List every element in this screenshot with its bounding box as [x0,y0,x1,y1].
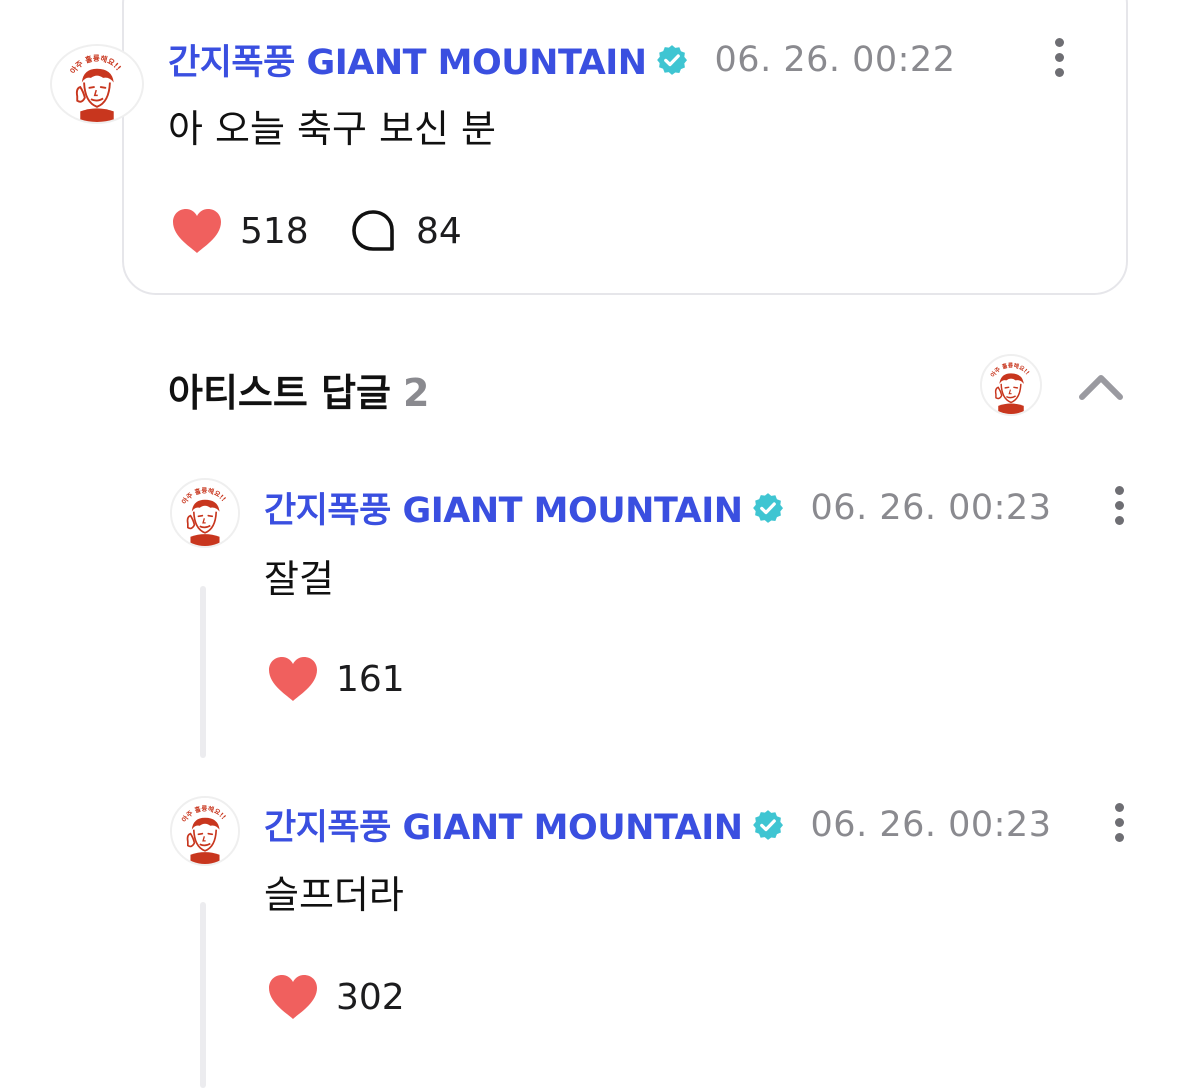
reply-thread-line [200,902,206,1088]
reply-author-name[interactable]: 간지폭풍 GIANT MOUNTAIN [264,482,743,533]
comment-bubble-icon [352,210,394,251]
reply-content: 슬프더라 [264,873,404,917]
post-author-row: 간지폭풍 GIANT MOUNTAIN 06. 26. 00:22 [168,34,955,85]
heart-icon [170,206,224,256]
verified-badge-icon [751,808,785,842]
verified-badge-icon [655,43,689,77]
reply-more-vertical-icon[interactable] [1112,803,1126,843]
reply-like-count: 161 [336,658,405,700]
reply-more-vertical-icon[interactable] [1112,486,1126,526]
post-timestamp: 06. 26. 00:22 [714,39,956,80]
reply-timestamp: 06. 26. 00:23 [810,804,1052,845]
reply-author-row: 간지폭풍 GIANT MOUNTAIN 06. 26. 00:23 [264,799,1051,850]
post-author-name[interactable]: 간지폭풍 GIANT MOUNTAIN [168,34,647,85]
artist-replies-label: 아티스트 답글 [168,371,391,415]
post-content: 아 오늘 축구 보신 분 [168,107,496,151]
heart-icon [266,654,320,704]
reply-like-count: 302 [336,976,405,1018]
artist-replies-avatar [980,354,1042,416]
verified-badge-icon [751,491,785,525]
artist-replies-count: 2 [403,371,430,415]
post-comment-button[interactable]: 84 [350,208,462,254]
reply-like-button[interactable]: 302 [266,972,405,1022]
heart-icon [266,972,320,1022]
post-more-vertical-icon[interactable] [1052,38,1066,78]
reply-author-name[interactable]: 간지폭풍 GIANT MOUNTAIN [264,799,743,850]
post-comment-count: 84 [416,210,462,252]
post-like-count: 518 [240,210,309,252]
post-like-button[interactable]: 518 [170,206,309,256]
chevron-up-icon[interactable] [1077,370,1125,402]
artist-replies-title: 아티스트 답글 2 [168,362,429,417]
reply-timestamp: 06. 26. 00:23 [810,487,1052,528]
reply-author-row: 간지폭풍 GIANT MOUNTAIN 06. 26. 00:23 [264,482,1051,533]
reply-like-button[interactable]: 161 [266,654,405,704]
reply-thread-line [200,586,206,758]
reply-author-avatar[interactable] [170,796,240,866]
reply-author-avatar[interactable] [170,478,240,548]
reply-content: 잘걸 [264,557,334,601]
post-author-avatar[interactable] [50,44,144,124]
